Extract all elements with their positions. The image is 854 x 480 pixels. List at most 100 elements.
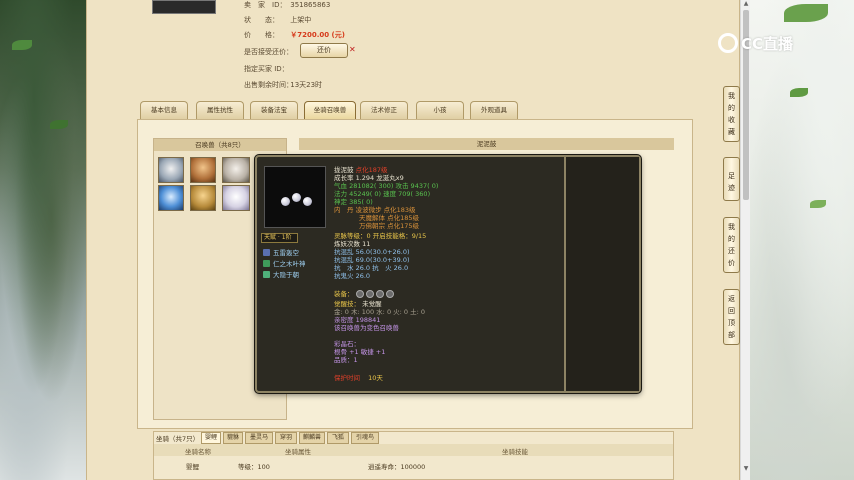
talent-tier-badge: 天赋 · 1阶	[261, 233, 298, 243]
mount-tab[interactable]: 麒麟兽	[299, 432, 325, 444]
color-stone-line: 根骨 +1 敏捷 +1	[334, 348, 386, 356]
tooltip-side-panel	[566, 157, 639, 391]
pet-icon[interactable]	[158, 185, 184, 211]
color-stone-label: 彩晶石：	[334, 340, 360, 348]
tab-child[interactable]: 小孩	[416, 101, 464, 119]
mount-tab[interactable]: 墨灵马	[245, 432, 273, 444]
tab-spell-mods[interactable]: 法术修正	[360, 101, 408, 119]
inner-core-line: 内 丹 凌波微步 点化183级	[334, 206, 416, 214]
pet-sprite-orb	[281, 197, 290, 206]
background-scenery-left	[0, 0, 86, 480]
nav-char: 我	[728, 92, 735, 100]
equip-slot-icon[interactable]	[355, 290, 364, 298]
resistance-line: 抗 水 26.0 抗 火 26.0	[334, 264, 409, 272]
mount-col-attr: 坐骑属性	[285, 448, 311, 456]
pet-name-tag: 点化187级	[355, 166, 388, 174]
skill-item: 五雷轰空	[263, 247, 299, 257]
protect-line: 保护时间 10天	[334, 374, 383, 382]
nav-char: 部	[728, 331, 735, 339]
remaining-row: 出售剩余时间： 13天23时	[244, 80, 322, 90]
price-value: ￥7200.00 (元)	[290, 31, 345, 39]
pet-list-title: 召唤兽（共8只）	[154, 139, 286, 151]
buyer-row: 指定买家 ID：	[244, 64, 289, 74]
price-label: 价 格：	[244, 31, 279, 39]
price-row: 价 格： ￥7200.00 (元)	[244, 30, 345, 40]
offer-button[interactable]: 还价	[300, 43, 348, 58]
nav-char: 价	[728, 259, 735, 267]
mount-tab[interactable]: 婴鲤	[201, 432, 221, 444]
cc-logo-icon	[718, 33, 738, 53]
awaken-line: 觉醒技： 未觉醒	[334, 300, 382, 308]
protect-label: 保护时间	[334, 374, 360, 382]
buyer-label: 指定买家 ID：	[244, 65, 289, 73]
pet-icon[interactable]	[190, 185, 216, 211]
equip-label: 装备：	[334, 290, 354, 298]
my-offers-button[interactable]: 我 的 还 价	[723, 217, 740, 273]
mount-table-header	[154, 444, 673, 456]
pet-detail-title: 泥泥鼓	[299, 138, 674, 150]
leaf-decoration	[790, 88, 808, 97]
growth-line: 成长率 1.294 龙涎丸x9	[334, 174, 404, 182]
cc-logo-text: CC直播	[741, 35, 794, 53]
seller-id-value: 351865863	[290, 1, 331, 9]
page-scrollbar[interactable]: ▲ ▼	[740, 0, 750, 480]
mp-line: 法力 45249( 0) 速度 709( 360)	[334, 190, 431, 198]
leaf-decoration	[810, 200, 826, 208]
pet-icon[interactable]	[222, 157, 250, 183]
leaf-decoration	[50, 120, 68, 129]
equip-line: 装备：	[334, 290, 396, 298]
pet-name-line: 拢泥鼓 点化187级	[334, 166, 388, 174]
nav-char: 回	[728, 307, 735, 315]
elements-line: 金: 0 木: 100 水: 0 火: 0 土: 0	[334, 308, 425, 316]
close-icon[interactable]: ✕	[349, 45, 356, 54]
spirit-line: 灵脉等级：0 开启技能格：9/15	[334, 232, 427, 240]
resistance-line: 抗混乱 69.0(30.0+39.0)	[334, 256, 410, 264]
pet-icon[interactable]	[190, 157, 216, 183]
mount-section-title: 坐骑（共7只）	[156, 435, 200, 443]
scroll-up-arrow-icon[interactable]: ▲	[742, 0, 750, 8]
mount-row-skill: 逍遥寿命：100000	[368, 463, 426, 471]
remaining-label: 出售剩余时间：	[244, 81, 293, 89]
skill-label: 五雷轰空	[273, 249, 299, 257]
mount-tab[interactable]: 穿羽	[275, 432, 297, 444]
leaf-decoration	[12, 40, 32, 50]
cc-live-logo: CC直播	[718, 32, 830, 56]
pet-sprite-orb	[303, 197, 312, 206]
nav-char: 我	[728, 223, 735, 231]
mount-tab[interactable]: 貔貅	[223, 432, 243, 444]
equip-slot-icon[interactable]	[365, 290, 374, 298]
tab-attributes[interactable]: 属性抗性	[196, 101, 244, 119]
mount-tab[interactable]: 飞狐	[327, 432, 349, 444]
nav-char: 的	[728, 235, 735, 243]
skill-item: 大隐于朝	[263, 269, 299, 279]
tab-appearance[interactable]: 外观道具	[470, 101, 518, 119]
footprint-button[interactable]: 足 迹	[723, 157, 740, 201]
pet-icon[interactable]	[158, 157, 184, 183]
offer-row: 是否接受还价：	[244, 47, 293, 57]
status-value: 上架中	[290, 16, 312, 24]
tab-mounts-pets[interactable]: 坐骑召唤兽	[304, 101, 356, 119]
pet-icon[interactable]	[222, 185, 250, 211]
tab-basic-info[interactable]: 基本信息	[140, 101, 188, 119]
skill-icon	[263, 249, 270, 256]
nav-char: 收	[728, 116, 735, 124]
scroll-down-arrow-icon[interactable]: ▼	[742, 465, 750, 473]
inner-core-line: 天魔解体 点化185级	[359, 214, 419, 222]
inner-core-line: 万佛朝宗 点化175级	[359, 222, 419, 230]
back-to-top-button[interactable]: 返 回 顶 部	[723, 289, 740, 345]
mount-tab[interactable]: 引魂鸟	[351, 432, 379, 444]
equip-slot-icon[interactable]	[385, 290, 394, 298]
offer-label: 是否接受还价：	[244, 48, 293, 56]
leaf-decoration	[784, 4, 828, 22]
mount-row-name: 婴鲤	[186, 463, 199, 471]
nav-char: 返	[728, 295, 735, 303]
nav-char: 的	[728, 104, 735, 112]
tab-equipment[interactable]: 装备法宝	[250, 101, 298, 119]
background-scenery-right	[750, 0, 854, 480]
my-collection-button[interactable]: 我 的 收 藏	[723, 86, 740, 142]
skill-label: 仁之木叶神	[273, 260, 306, 268]
protect-value: 10天	[368, 374, 383, 382]
status-label: 状 态：	[244, 16, 279, 24]
awaken-label: 觉醒技：	[334, 300, 360, 308]
equip-slot-icon[interactable]	[375, 290, 384, 298]
